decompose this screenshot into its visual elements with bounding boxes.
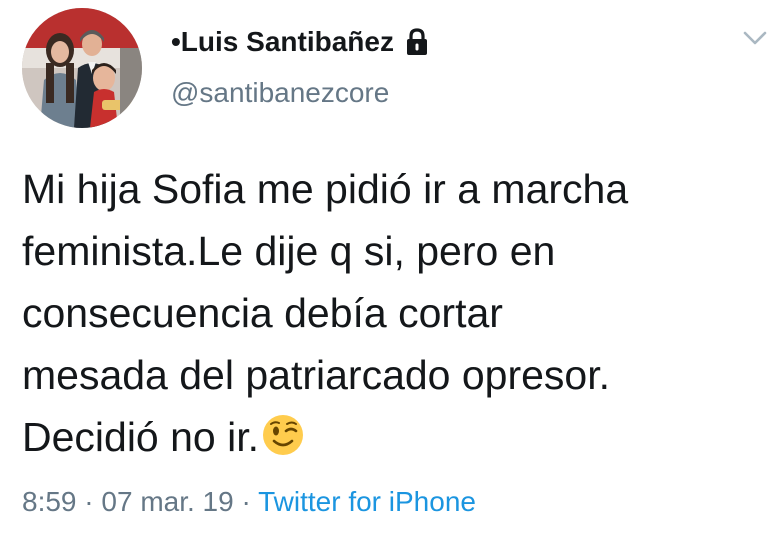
tweet-text: Mi hija Sofia me pidió ir a marcha femin… [22,158,772,468]
winking-face-emoji [261,412,305,456]
avatar-photo [22,8,142,128]
meta-separator: · [233,486,259,517]
meta-separator: · [76,486,102,517]
tweet-meta: 8:59 · 07 mar. 19 · Twitter for iPhone [22,486,476,518]
display-name-row: •Luis Santibañez [171,22,430,62]
user-handle[interactable]: @santibanezcore [171,77,389,109]
avatar[interactable] [22,8,142,128]
chevron-down-icon[interactable] [742,28,768,48]
tweet-time[interactable]: 8:59 [22,486,77,517]
lock-icon [404,28,430,56]
tweet-card: •Luis Santibañez @santibanezcore Mi hija… [0,0,784,537]
display-name[interactable]: •Luis Santibañez [171,26,394,58]
tweet-text-body: Mi hija Sofia me pidió ir a marcha femin… [22,166,629,460]
tweet-date[interactable]: 07 mar. 19 [101,486,233,517]
tweet-source-link[interactable]: Twitter for iPhone [258,486,476,517]
